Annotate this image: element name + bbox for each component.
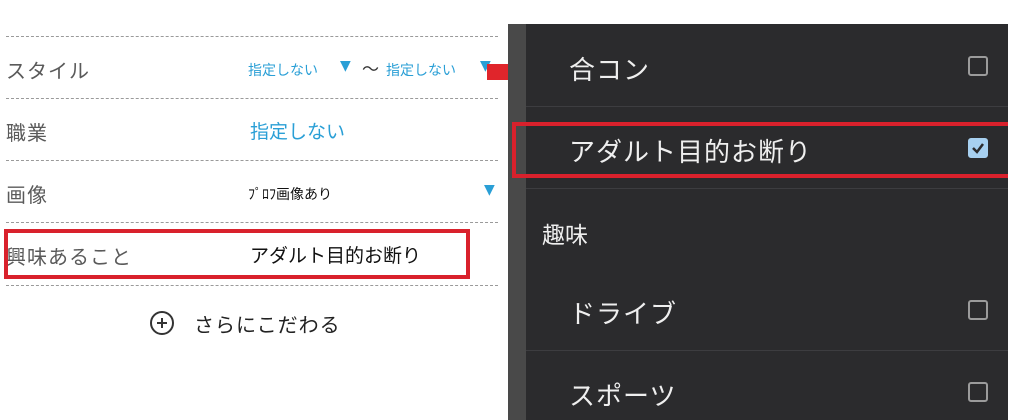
option-goukon[interactable]: 合コン	[526, 26, 1008, 107]
section-title: 趣味	[542, 223, 588, 249]
chevron-down-icon[interactable]: ▼	[484, 182, 495, 198]
occupation-row: 職業 指定しない	[6, 98, 498, 161]
style-from-select[interactable]: 指定しない	[248, 60, 318, 80]
plus-circle-icon	[150, 311, 174, 335]
right-margin	[1008, 24, 1020, 420]
more-filters-button[interactable]: さらにこだわる	[150, 307, 341, 339]
panel-edge	[508, 24, 526, 420]
option-label: 合コン	[569, 56, 651, 86]
option-label: ドライブ	[569, 300, 678, 330]
occupation-label: 職業	[6, 121, 48, 145]
occupation-select[interactable]: 指定しない	[250, 117, 345, 144]
search-filter-form: スタイル 指定しない ▼ 〜 指定しない ▼ 職業 指定しない 画像 ﾌﾟﾛﾌ画…	[0, 0, 500, 420]
option-label: スポーツ	[569, 382, 677, 412]
image-select[interactable]: ﾌﾟﾛﾌ画像あり	[248, 184, 332, 204]
option-drive[interactable]: ドライブ	[526, 270, 1008, 351]
checkbox-icon[interactable]	[968, 382, 988, 402]
interests-dropdown-panel: 合コン アダルト目的お断り 趣味 ドライブ スポーツ	[508, 24, 1008, 420]
checkbox-icon[interactable]	[968, 300, 988, 320]
chevron-down-icon[interactable]: ▼	[340, 58, 351, 74]
style-row: スタイル 指定しない ▼ 〜 指定しない ▼	[6, 36, 498, 99]
highlight-box	[4, 229, 470, 279]
style-label: スタイル	[6, 59, 90, 83]
range-separator: 〜	[362, 60, 379, 80]
options-sheet: 合コン アダルト目的お断り 趣味 ドライブ スポーツ	[526, 24, 1008, 420]
checkbox-icon[interactable]	[968, 56, 988, 76]
option-sports[interactable]: スポーツ	[526, 352, 1008, 420]
style-to-select[interactable]: 指定しない	[386, 60, 456, 80]
image-row: 画像 ﾌﾟﾛﾌ画像あり ▼	[6, 160, 498, 223]
more-filters-label: さらにこだわる	[194, 312, 341, 337]
highlight-box	[512, 122, 1014, 178]
image-label: 画像	[6, 183, 48, 207]
